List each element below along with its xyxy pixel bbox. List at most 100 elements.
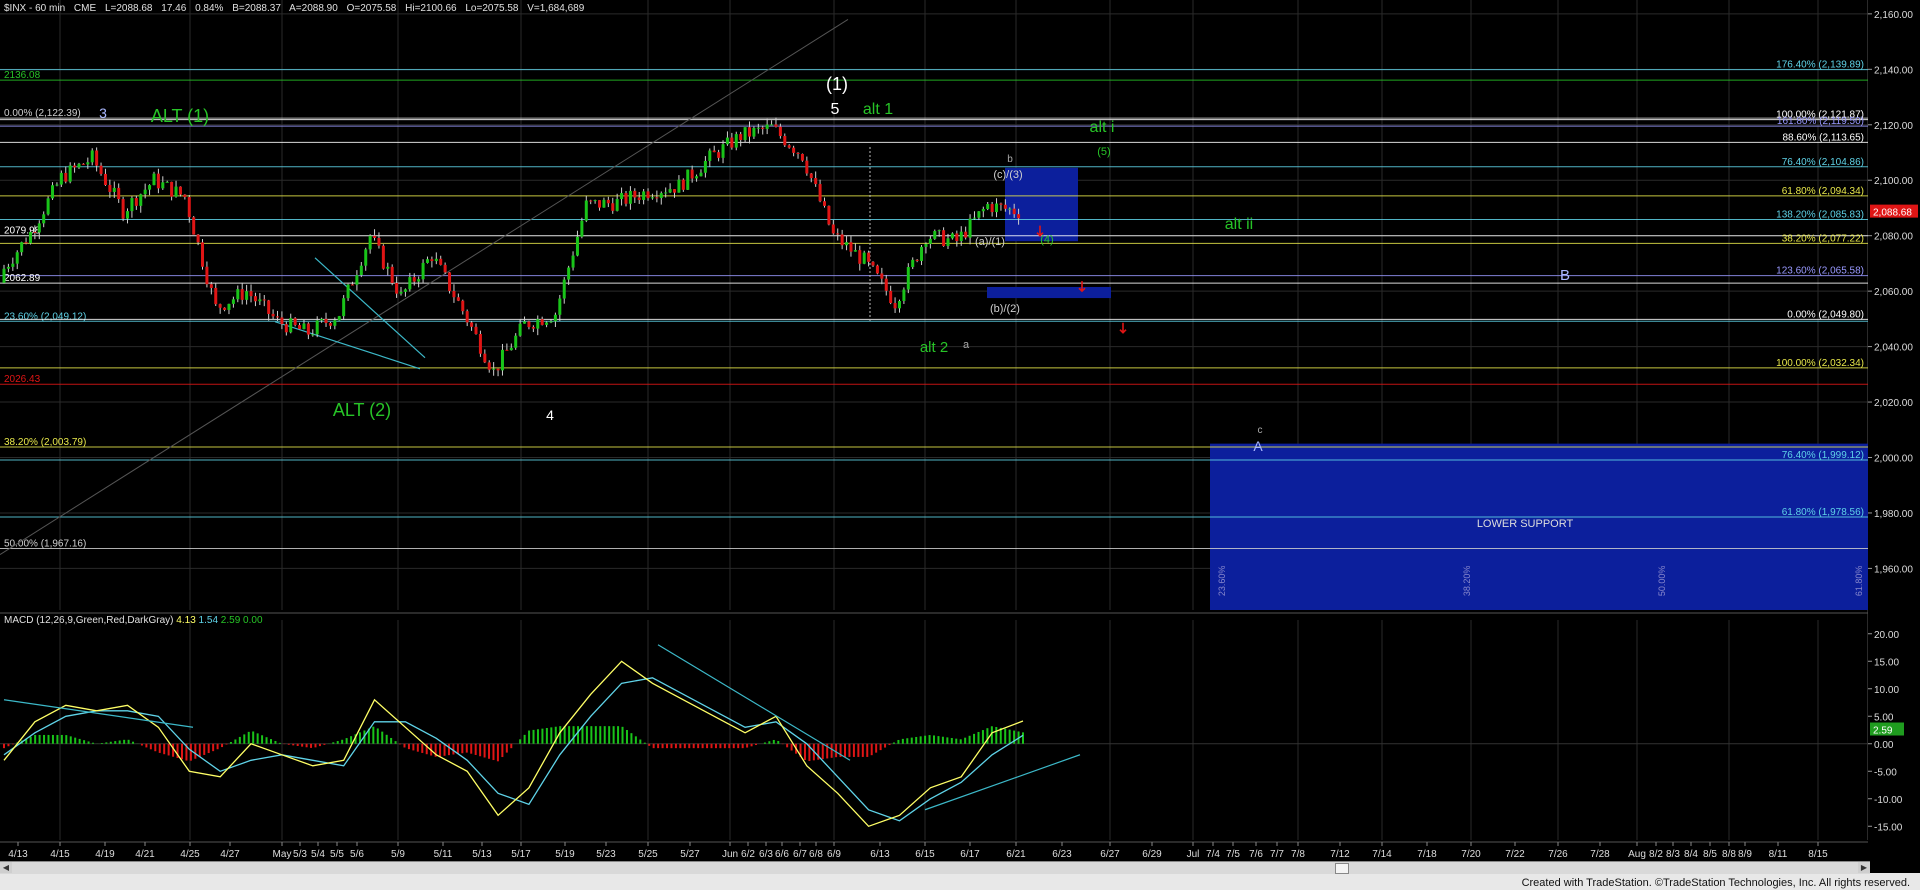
time-tick-label-47: 8/2	[1649, 849, 1663, 860]
candle-body-135	[598, 200, 602, 208]
scroll-right-icon[interactable]: ▶	[1858, 862, 1870, 873]
current-price-label: 2,088.68	[1873, 208, 1912, 219]
exchange-label: CME	[73, 3, 97, 14]
candle-body-116	[514, 335, 518, 348]
candle-body-219	[968, 218, 972, 238]
macd-tick-label-2: 10.00	[1874, 685, 1899, 696]
wave-label-17: 4	[546, 407, 554, 423]
wave-label-12: B	[1560, 267, 1570, 284]
candle-body-199	[880, 273, 884, 279]
candle-body-222	[981, 209, 985, 212]
candle-body-40	[178, 186, 182, 195]
level-label-7: 61.80% (2,094.34)	[1782, 186, 1864, 197]
wave-label-8: (c)/(3)	[993, 169, 1022, 181]
candle-body-46	[205, 266, 209, 285]
level-label-16: 2026.43	[4, 374, 41, 385]
candle-body-206	[911, 259, 915, 268]
time-tick-label-34: 7/4	[1206, 849, 1220, 860]
candle-body-165	[730, 137, 734, 148]
candle-body-89	[395, 282, 399, 294]
time-tick-label-45: 7/28	[1590, 849, 1610, 860]
candle-body-93	[412, 277, 416, 282]
candle-body-171	[756, 127, 760, 129]
horizontal-scrollbar[interactable]: ◀ ▶	[0, 861, 1870, 874]
candle-body-95	[421, 262, 425, 280]
candle-body-13	[59, 172, 63, 185]
net-change: 17.46	[161, 3, 187, 14]
macd-diff-value: 2.59	[220, 615, 241, 626]
candle-body-212	[937, 230, 941, 232]
time-tick-label-40: 7/14	[1372, 849, 1392, 860]
candle-body-73	[324, 318, 328, 324]
time-tick-label-24: 6/8	[809, 849, 823, 860]
chart-canvas: LOWER SUPPORT 23.60% 38.20% 50.00% 61.80% 21…	[0, 0, 1920, 890]
level-label-12: 2062.89	[4, 273, 41, 284]
time-tick-label-50: 8/5	[1703, 849, 1717, 860]
time-tick-label-35: 7/5	[1226, 849, 1240, 860]
candle-body-203	[897, 300, 901, 309]
time-tick-label-19: Jun	[722, 849, 738, 860]
wave-label-7: b	[1007, 154, 1013, 165]
candle-body-213	[942, 230, 946, 247]
candle-body-97	[430, 259, 434, 262]
level-label-13: 23.60% (2,049.12)	[4, 311, 86, 322]
scroll-thumb[interactable]	[1335, 863, 1349, 874]
price-tick-label-2: 2,120.00	[1874, 121, 1913, 132]
macd-title: MACD (12,26,9,Green,Red,DarkGray)	[4, 615, 174, 626]
candle-body-11	[51, 185, 55, 199]
candle-body-5	[24, 242, 28, 244]
candle-body-125	[553, 314, 557, 322]
candle-body-129	[571, 255, 575, 268]
candle-body-117	[518, 323, 522, 336]
candle-body-227	[1003, 204, 1007, 209]
candle-body-66	[293, 318, 297, 326]
candle-body-0	[2, 268, 6, 283]
level-label-2: 0.00% (2,122.39)	[4, 108, 81, 119]
candle-body-71	[315, 320, 319, 335]
wave-label-14: alt 2	[920, 339, 948, 356]
candle-body-120	[531, 327, 535, 329]
wave-label-16: ALT (2)	[333, 400, 391, 420]
candle-body-88	[390, 266, 394, 283]
candle-body-45	[201, 242, 205, 267]
candle-body-193	[853, 250, 857, 252]
time-tick-label-22: 6/6	[775, 849, 789, 860]
box-fib-label-0: 23.60%	[1217, 566, 1227, 597]
candle-body-74	[328, 323, 332, 326]
candle-body-142	[628, 190, 632, 204]
open-price: O=2075.58	[346, 3, 397, 14]
time-tick-label-31: 6/27	[1100, 849, 1120, 860]
candle-body-169	[748, 127, 752, 137]
candle-body-108	[478, 334, 482, 354]
candle-body-104	[461, 300, 465, 312]
macd-value: 4.13	[176, 615, 196, 626]
candle-body-49	[218, 304, 222, 308]
candle-body-215	[950, 233, 954, 239]
candle-body-154	[681, 179, 685, 190]
candle-body-80	[355, 275, 359, 285]
candle-body-101	[448, 272, 452, 292]
candle-body-178	[787, 145, 791, 148]
candle-body-226	[999, 203, 1003, 205]
credit-text: Created with TradeStation. ©TradeStation…	[1517, 877, 1914, 889]
candle-body-99	[439, 258, 443, 265]
box-fib-label-2: 50.00%	[1657, 566, 1667, 597]
candle-body-85	[377, 237, 381, 246]
time-tick-label-1: 4/15	[50, 849, 70, 860]
price-tick-label-9: 1,980.00	[1874, 509, 1913, 520]
time-tick-label-4: 4/25	[180, 849, 200, 860]
wave-label-1: 3	[99, 105, 107, 121]
ask-price: A=2088.90	[289, 3, 338, 14]
candle-body-77	[342, 298, 346, 317]
candle-body-121	[536, 319, 540, 329]
candle-body-114	[505, 349, 509, 351]
candle-body-69	[306, 323, 310, 335]
candle-body-195	[862, 252, 866, 264]
candle-body-216	[955, 233, 959, 242]
candle-body-17	[77, 163, 81, 168]
candle-body-48	[214, 287, 218, 305]
candle-body-8	[37, 223, 41, 233]
macd-header: MACD (12,26,9,Green,Red,DarkGray) 4.13 1…	[4, 615, 263, 626]
candle-body-72	[320, 318, 324, 321]
scroll-left-icon[interactable]: ◀	[0, 862, 12, 873]
